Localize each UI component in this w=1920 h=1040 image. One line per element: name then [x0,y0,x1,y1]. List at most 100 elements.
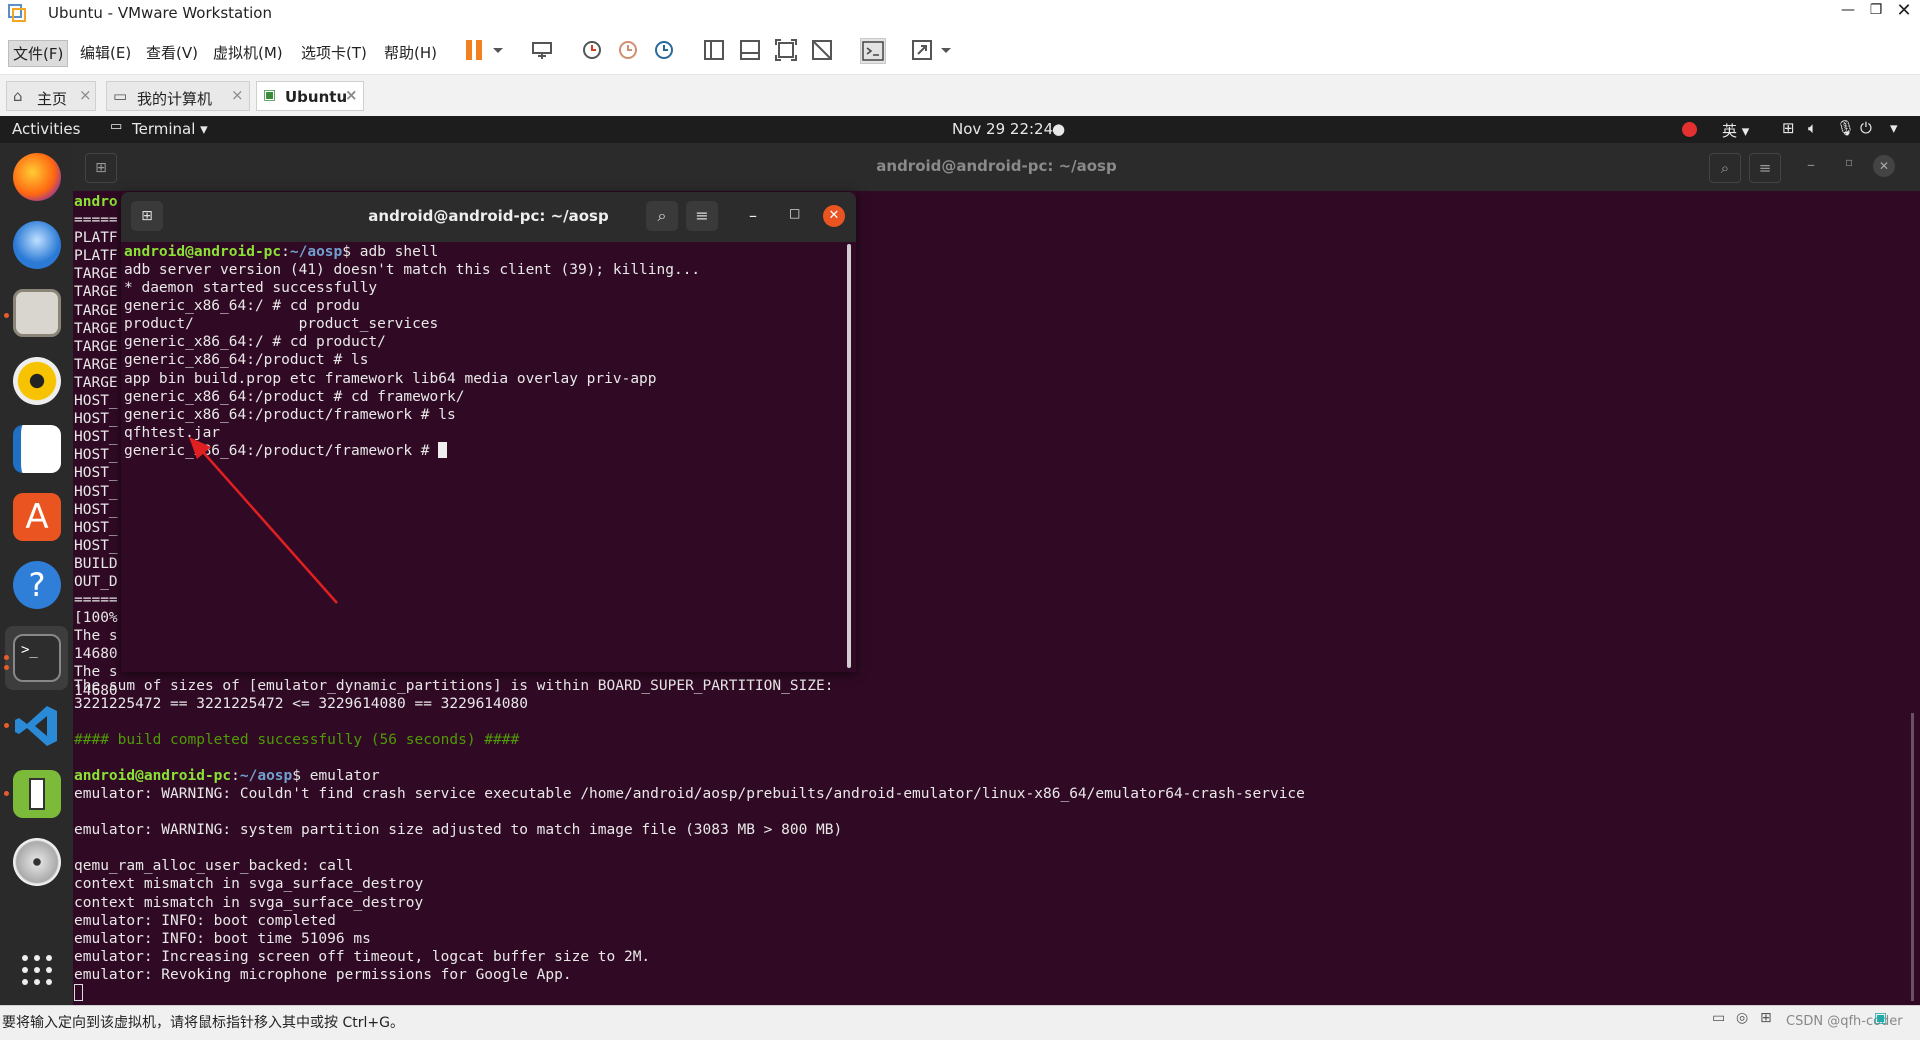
stretch-icon[interactable] [910,38,934,62]
microphone-icon[interactable]: 🎙︎ [1836,119,1855,137]
terminal-line: TARGE [74,302,118,319]
monitor-icon: ▭ [113,87,128,105]
help-icon[interactable]: ? [13,561,61,609]
app-menu-terminal[interactable]: Terminal ▾ [132,120,208,138]
send-ctrl-alt-del-icon[interactable] [530,38,554,62]
close-icon[interactable]: ✕ [823,205,845,227]
menu-view[interactable]: 查看(V) [142,40,202,65]
view-sidebar-icon[interactable] [702,38,726,62]
running-indicator [4,655,9,660]
running-indicator [4,313,9,318]
view-thumbnail-icon[interactable] [738,38,762,62]
search-icon[interactable]: ⌕ [1709,153,1741,183]
terminal-line: generic_x86_64:/product # cd framework/ [124,388,465,405]
terminal-icon[interactable]: >_ [13,634,61,682]
hamburger-menu-icon[interactable]: ≡ [1749,153,1781,183]
menu-file[interactable]: 文件(F) [8,40,69,67]
prompt-path: ~/aosp [289,244,343,260]
menu-vm[interactable]: 虚拟机(M) [209,40,287,65]
running-indicator [4,723,9,728]
clock[interactable]: Nov 29 22:24 [952,120,1053,138]
foreground-terminal-window[interactable]: ⊞ android@android-pc: ~/aosp ⌕ ≡ – □ ✕ a… [121,192,856,672]
snapshot-icon[interactable] [580,38,604,62]
terminal-line: generic_x86_64:/ # cd product/ [124,334,386,351]
hdd-icon[interactable]: ▭ [1712,1010,1725,1026]
input-method-menu[interactable]: 英 ▾ [1722,120,1749,141]
terminal-line: TARGE [74,374,118,391]
snapshot-manager-icon[interactable] [652,38,676,62]
close-window-button[interactable]: ✕ [1892,0,1916,24]
android-emulator-icon[interactable] [13,770,61,818]
close-icon[interactable]: ✕ [1873,155,1895,177]
terminal-line: HOST_ [74,429,118,446]
tab-ubuntu[interactable]: ▣ Ubuntu × [256,81,364,111]
do-not-disturb-icon[interactable] [1682,122,1697,137]
system-menu-chevron-icon[interactable]: ▾ [1890,119,1898,137]
minimize-icon[interactable]: – [749,206,757,225]
unity-icon[interactable] [810,38,834,62]
close-icon[interactable]: × [231,86,244,104]
scrollbar[interactable] [847,244,851,668]
cursor-block [74,984,83,1001]
close-icon[interactable]: × [345,86,358,104]
dvd-icon[interactable] [13,838,61,886]
revert-snapshot-icon[interactable] [616,38,640,62]
maximize-icon[interactable]: □ [789,206,800,220]
fullscreen-icon[interactable] [774,38,798,62]
console-view-icon[interactable] [860,38,886,64]
files-icon[interactable] [13,289,61,337]
menu-help[interactable]: 帮助(H) [380,40,441,65]
hamburger-menu-icon[interactable]: ≡ [686,201,718,231]
tab-bar: ⌂ 主页 × ▭ 我的计算机 × ▣ Ubuntu × [0,75,1920,117]
thunderbird-icon[interactable] [13,221,61,269]
cd-icon[interactable]: ◎ [1736,1010,1748,1026]
search-icon[interactable]: ⌕ [646,201,678,231]
prompt-command: $ emulator [292,768,380,784]
terminal-line: [100% [74,610,118,627]
emulator-output: emulator: WARNING: Couldn't find crash s… [74,785,1305,984]
restore-button[interactable]: ❐ [1864,2,1888,24]
menu-tabs[interactable]: 选项卡(T) [297,40,371,65]
terminal-line: HOST_ [74,519,118,536]
terminal-line: * daemon started successfully [124,280,378,297]
display-icon[interactable]: ▣ [1874,1010,1887,1026]
menu-edit[interactable]: 编辑(E) [76,40,135,65]
window-titlebar: Ubuntu - VMware Workstation — ❐ ✕ [0,0,1920,28]
terminal-line: The s [74,628,118,645]
volume-icon[interactable]: 🔈︎ [1808,119,1817,137]
prompt-path: ~/aosp [239,768,293,784]
vscode-icon[interactable] [13,702,61,750]
close-icon[interactable]: × [79,86,92,104]
terminal-line: app bin build.prop etc framework lib64 m… [124,370,657,387]
ubuntu-software-icon[interactable]: A [13,493,61,541]
scrollbar[interactable] [1911,713,1914,1001]
minimize-icon[interactable]: – [1807,155,1815,174]
firefox-icon[interactable] [13,153,61,201]
maximize-icon[interactable]: ▫ [1845,155,1853,169]
running-indicator [4,791,9,796]
terminal-line: TARGE [74,338,118,355]
rhythmbox-icon[interactable] [13,357,61,405]
activities-button[interactable]: Activities [12,120,80,138]
stretch-dropdown-icon[interactable] [940,38,952,62]
network-adapter-icon[interactable]: ⊞ [1760,1010,1772,1026]
cursor-block [438,441,448,458]
terminal-line: HOST_ [74,537,118,554]
tab-label: Ubuntu [285,88,348,106]
pause-icon[interactable] [464,38,488,62]
prompt-line: android@android-pc:~/aosp$ adb shell [124,244,439,260]
power-icon[interactable]: ⏻ [1860,119,1872,137]
notification-dot-icon: ● [1052,120,1066,138]
libreoffice-writer-icon[interactable] [13,425,61,473]
tab-home[interactable]: ⌂ 主页 × [6,81,96,111]
window-title: Ubuntu - VMware Workstation [48,4,272,22]
show-applications-icon[interactable] [20,953,54,987]
minimize-button[interactable]: — [1836,2,1860,24]
network-icon[interactable]: ⊞ [1782,119,1795,137]
terminal-line: emulator: WARNING: system partition size… [74,822,843,839]
pause-dropdown-icon[interactable] [492,38,504,62]
terminal-headerbar: ⊞ android@android-pc: ~/aosp ⌕ ≡ – □ ✕ [121,192,856,242]
tab-my-computer[interactable]: ▭ 我的计算机 × [106,81,250,111]
